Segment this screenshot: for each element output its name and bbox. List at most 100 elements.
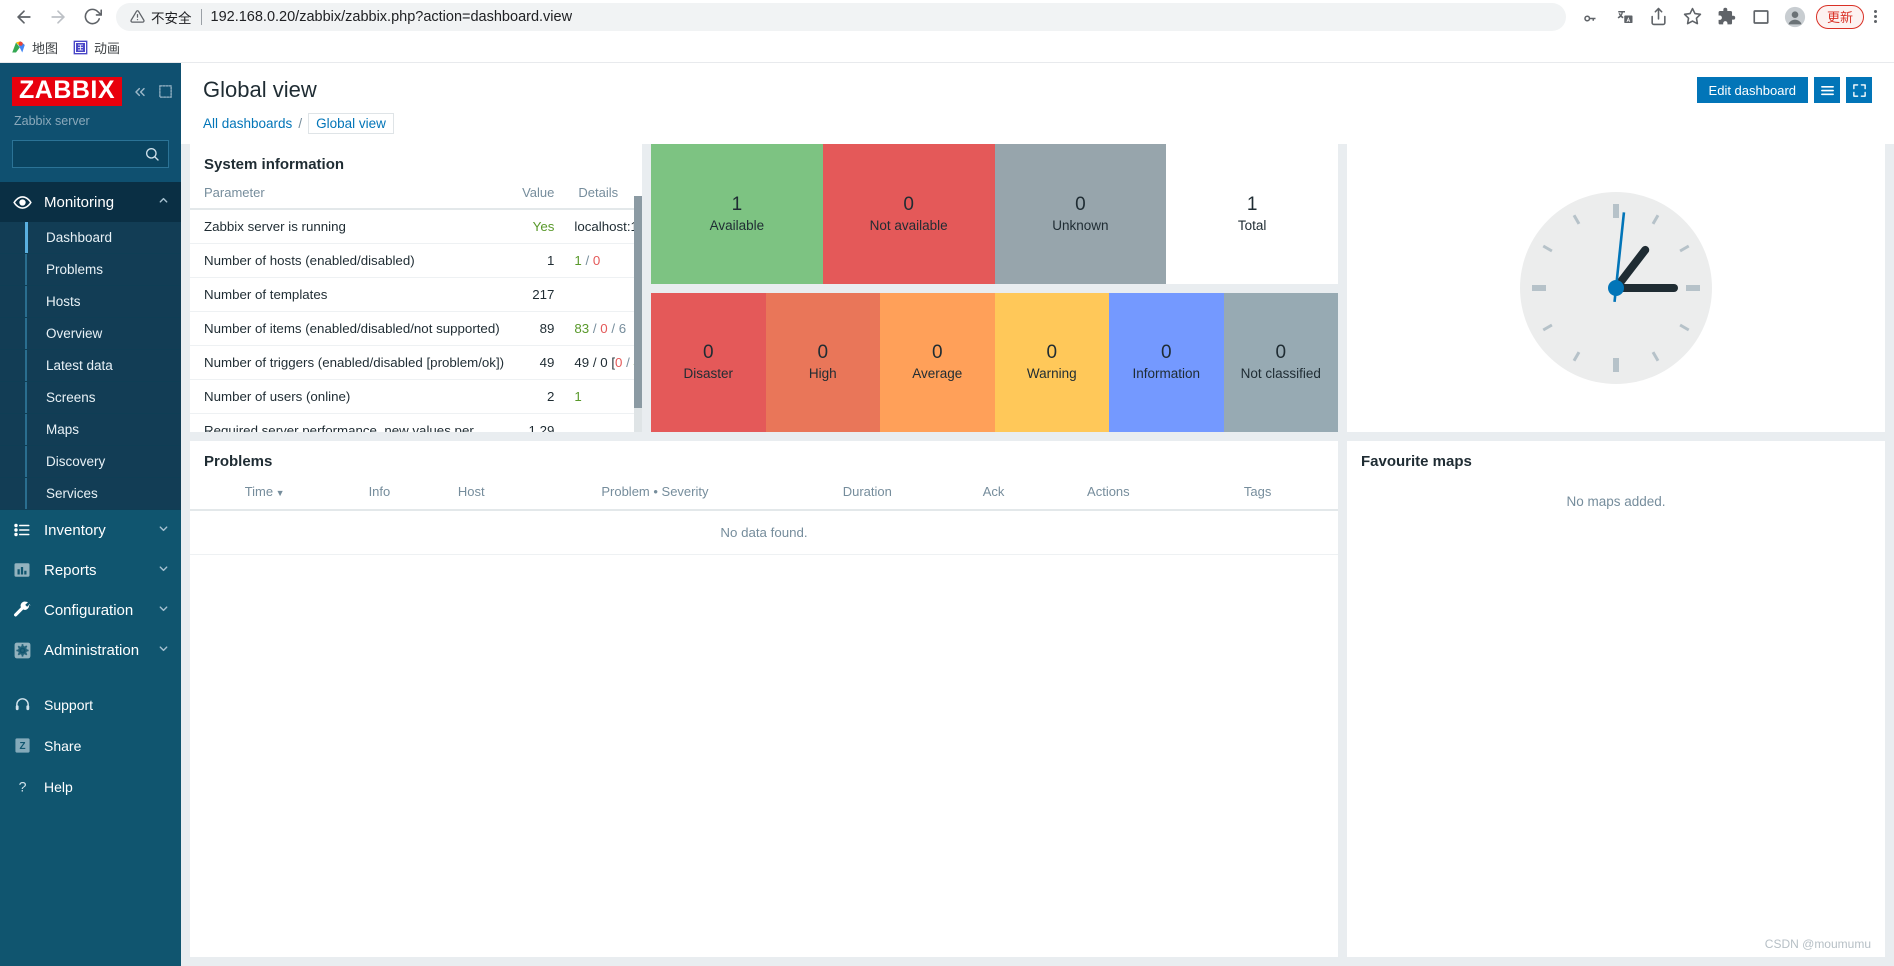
forward-arrow-icon[interactable]: [42, 1, 74, 33]
column-header-time[interactable]: Time ▼: [190, 478, 339, 510]
hamburger-menu-icon[interactable]: [1814, 77, 1840, 103]
sidebar-item-monitoring[interactable]: Monitoring: [0, 182, 181, 222]
chevron-down-icon[interactable]: [158, 523, 169, 537]
sidebar-item-configuration[interactable]: Configuration: [0, 590, 181, 630]
tile-count: 0: [1161, 343, 1172, 362]
table-row: Number of users (online)21: [190, 380, 642, 414]
edit-dashboard-button[interactable]: Edit dashboard: [1697, 77, 1808, 103]
column-header-value[interactable]: Value: [508, 181, 564, 209]
svg-text:?: ?: [18, 779, 26, 795]
sidebar-item-administration[interactable]: Administration: [0, 630, 181, 670]
hide-sidebar-icon[interactable]: [158, 84, 173, 99]
sidebar-sub-label: Dashboard: [46, 230, 112, 245]
tile-count: 0: [1075, 195, 1086, 214]
sidebar-item-discovery[interactable]: Discovery: [0, 446, 181, 478]
widget-scrollbar[interactable]: [634, 196, 642, 432]
sidebar-item-help[interactable]: ? Help: [0, 766, 181, 807]
column-header-tags[interactable]: Tags: [1177, 478, 1338, 510]
host-tile-total[interactable]: 1Total: [1166, 144, 1338, 284]
sort-arrow-icon: ▼: [273, 488, 284, 498]
sidebar-item-overview[interactable]: Overview: [0, 318, 181, 350]
tile-label: Unknown: [1052, 218, 1108, 233]
severity-tile-disaster[interactable]: 0Disaster: [651, 293, 766, 433]
search-input[interactable]: [21, 147, 144, 162]
host-tile-unknown[interactable]: 0 Unknown: [995, 144, 1167, 284]
parameter-cell: Number of users (online): [190, 380, 508, 414]
host-tile-available[interactable]: 1Available: [651, 144, 823, 284]
omnibox-divider: [201, 9, 202, 25]
empty-message: No maps added.: [1347, 478, 1885, 525]
profile-icon[interactable]: [1778, 1, 1812, 33]
parameter-cell: Zabbix server is running: [190, 209, 508, 244]
search-box[interactable]: [12, 140, 169, 168]
column-header-duration[interactable]: Duration: [787, 478, 948, 510]
bookmark-item-maps[interactable]: 地图: [10, 38, 58, 57]
translate-icon[interactable]: [1608, 1, 1642, 33]
bookmark-item-animation[interactable]: 动画: [72, 38, 120, 57]
problems-by-severity-widget: 0Disaster0High0Average0Warning0Informati…: [651, 293, 1338, 433]
severity-tile-warning[interactable]: 0Warning: [995, 293, 1110, 433]
bookmarks-bar: 地图 动画: [0, 33, 1894, 63]
address-bar[interactable]: 不安全 192.168.0.20/zabbix/zabbix.php?actio…: [116, 3, 1566, 31]
column-header-parameter[interactable]: Parameter: [190, 181, 508, 209]
collapse-sidebar-icon[interactable]: [132, 84, 148, 100]
sidebar-item-dashboard[interactable]: Dashboard: [0, 222, 181, 254]
breadcrumb-all-dashboards[interactable]: All dashboards: [203, 116, 292, 131]
chevron-down-icon[interactable]: [158, 643, 169, 657]
watermark: CSDN @moumumu: [1765, 937, 1871, 951]
key-icon[interactable]: [1574, 1, 1608, 33]
column-header-host[interactable]: Host: [420, 478, 523, 510]
browser-menu-icon[interactable]: [1864, 1, 1886, 33]
severity-tile-information[interactable]: 0Information: [1109, 293, 1224, 433]
sidebar-item-screens[interactable]: Screens: [0, 382, 181, 414]
back-arrow-icon[interactable]: [8, 1, 40, 33]
bookmark-label: 动画: [94, 38, 120, 57]
column-header-actions[interactable]: Actions: [1039, 478, 1177, 510]
severity-tile-high[interactable]: 0High: [766, 293, 881, 433]
severity-tile-not-classified[interactable]: 0Not classified: [1224, 293, 1339, 433]
sidebar-footer-label: Support: [44, 697, 93, 713]
sidebar-item-reports[interactable]: Reports: [0, 550, 181, 590]
chevron-down-icon[interactable]: [158, 603, 169, 617]
table-row: Number of triggers (enabled/disabled [pr…: [190, 346, 642, 380]
server-name: Zabbix server: [14, 114, 169, 128]
sidebar-item-problems[interactable]: Problems: [0, 254, 181, 286]
parameter-cell: Number of items (enabled/disabled/not su…: [190, 312, 508, 346]
update-button[interactable]: 更新: [1816, 5, 1864, 29]
sidebar-footer-label: Help: [44, 779, 73, 795]
column-header-info[interactable]: Info: [339, 478, 419, 510]
extensions-icon[interactable]: [1710, 1, 1744, 33]
sidebar-item-share[interactable]: Z Share: [0, 725, 181, 766]
search-icon[interactable]: [144, 146, 160, 162]
bookmark-star-icon[interactable]: [1676, 1, 1710, 33]
sidebar-item-support[interactable]: Support: [0, 684, 181, 725]
sidebar-item-services[interactable]: Services: [0, 478, 181, 510]
widget-title: Favourite maps: [1347, 441, 1885, 478]
column-header-ack[interactable]: Ack: [948, 478, 1040, 510]
details-cell: 83 / 0 / 6: [564, 312, 642, 346]
chevron-down-icon[interactable]: [158, 563, 169, 577]
fullscreen-icon[interactable]: [1846, 77, 1872, 103]
details-cell: [564, 278, 642, 312]
side-panel-icon[interactable]: [1744, 1, 1778, 33]
dashboard-grid: System information Parameter Value Detai…: [181, 144, 1894, 966]
column-header-details[interactable]: Details: [564, 181, 642, 209]
system-information-body: Zabbix server is runningYeslocalhost:100…: [190, 209, 642, 432]
sidebar-item-hosts[interactable]: Hosts: [0, 286, 181, 318]
breadcrumb-separator: /: [298, 116, 302, 131]
url-text[interactable]: 192.168.0.20/zabbix/zabbix.php?action=da…: [211, 9, 573, 25]
chevron-up-icon[interactable]: [158, 195, 169, 209]
column-header-problem-severity[interactable]: Problem • Severity: [523, 478, 787, 510]
reload-icon[interactable]: [76, 1, 108, 33]
severity-tile-average[interactable]: 0Average: [880, 293, 995, 433]
breadcrumb-current[interactable]: Global view: [308, 113, 394, 134]
host-tile-not-available[interactable]: 0Not available: [823, 144, 995, 284]
empty-message: No data found.: [190, 510, 1338, 555]
dashboard-top-right-stack: 1Available0Not available 0 Unknown 1Total 0…: [651, 144, 1338, 432]
sidebar-item-maps[interactable]: Maps: [0, 414, 181, 446]
main-content: Global view Edit dashboard All dashboard…: [181, 63, 1894, 966]
zabbix-logo[interactable]: ZABBIX: [12, 77, 122, 106]
share-icon[interactable]: [1642, 1, 1676, 33]
sidebar-item-inventory[interactable]: Inventory: [0, 510, 181, 550]
sidebar-item-latest-data[interactable]: Latest data: [0, 350, 181, 382]
